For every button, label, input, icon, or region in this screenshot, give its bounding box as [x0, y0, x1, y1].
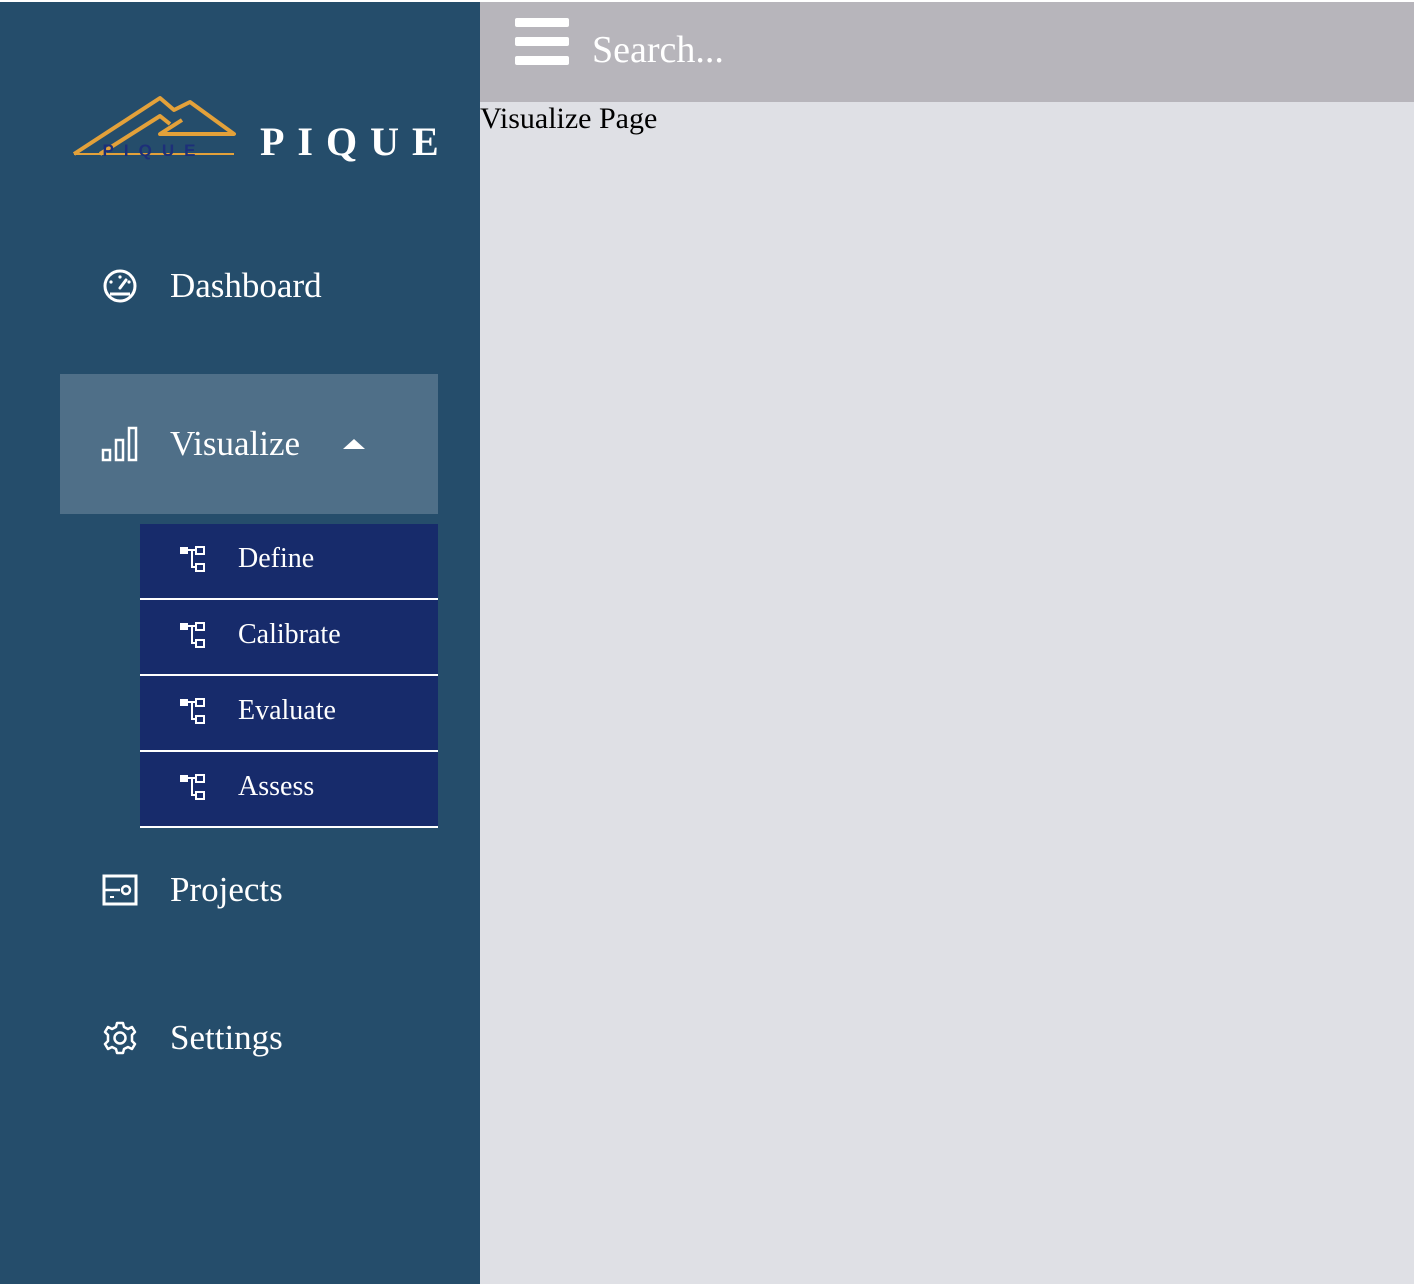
sidebar-item-settings[interactable]: Settings	[60, 968, 438, 1108]
submenu-item-label: Evaluate	[238, 695, 336, 726]
pique-logo-mark: PIQUE	[72, 96, 236, 160]
tree-icon	[180, 774, 205, 800]
tree-icon	[180, 698, 205, 724]
tree-icon	[180, 622, 205, 648]
main-content: Visualize Page	[480, 102, 1414, 1284]
sidebar-item-dashboard[interactable]: Dashboard	[60, 216, 438, 356]
brand-name: PIQUE	[260, 119, 452, 164]
sidebar: PIQUE PIQUE Dashboard Visualize Define C…	[0, 2, 480, 1284]
sidebar-item-label: Visualize	[170, 424, 301, 463]
bar-chart-icon	[100, 424, 140, 464]
submenu-item-define[interactable]: Define	[140, 524, 438, 600]
sidebar-item-label: Projects	[170, 870, 283, 909]
app-window: PIQUE PIQUE Dashboard Visualize Define C…	[0, 0, 1414, 1284]
page-title: Visualize Page	[480, 102, 658, 135]
search-input[interactable]	[592, 20, 1192, 80]
sidebar-item-label: Dashboard	[170, 266, 322, 305]
submenu-item-label: Define	[238, 543, 315, 574]
tree-icon	[180, 546, 205, 572]
submenu-item-assess[interactable]: Assess	[140, 752, 438, 828]
top-bar	[480, 2, 1414, 102]
projects-icon	[100, 870, 140, 910]
submenu-item-label: Assess	[238, 771, 315, 802]
submenu-item-calibrate[interactable]: Calibrate	[140, 600, 438, 676]
brand-logo[interactable]: PIQUE PIQUE	[70, 94, 450, 174]
gear-icon	[100, 1018, 140, 1058]
hamburger-icon[interactable]	[515, 18, 569, 66]
caret-up-icon[interactable]	[343, 439, 365, 449]
sidebar-item-label: Settings	[170, 1018, 283, 1057]
logo-mark-text: PIQUE	[103, 141, 206, 160]
speedometer-icon	[100, 266, 140, 306]
sidebar-item-visualize[interactable]: Visualize	[60, 374, 438, 514]
sidebar-item-projects[interactable]: Projects	[60, 820, 438, 960]
submenu-item-label: Calibrate	[238, 619, 341, 650]
submenu-item-evaluate[interactable]: Evaluate	[140, 676, 438, 752]
